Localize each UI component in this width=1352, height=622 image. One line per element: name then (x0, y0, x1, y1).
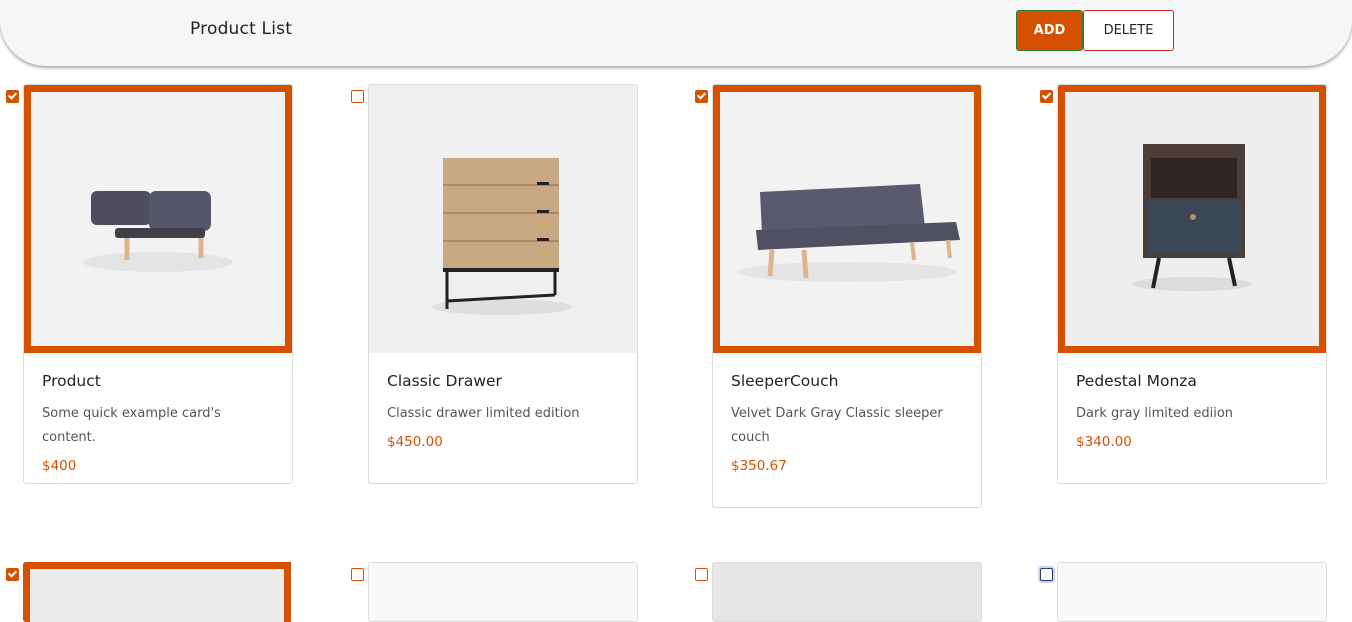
product-name: Product (42, 372, 101, 390)
product-image (1058, 563, 1326, 621)
product-card[interactable]: Pedestal Monza Dark gray limited ediion … (1057, 84, 1327, 484)
add-button[interactable]: ADD (1016, 10, 1083, 51)
folded-sofa-bed-image (31, 92, 285, 346)
product-name: Pedestal Monza (1076, 372, 1197, 390)
product-checkbox[interactable] (695, 568, 708, 581)
product-image (1058, 85, 1326, 353)
product-name: Classic Drawer (387, 372, 502, 390)
product-description: Classic drawer limited edition (387, 406, 580, 421)
product-image (369, 85, 637, 353)
product-checkbox[interactable] (351, 568, 364, 581)
product-card[interactable] (712, 562, 982, 622)
product-card[interactable] (368, 562, 638, 622)
product-description: Velvet Dark Gray Classic sleeper couch (731, 406, 943, 445)
product-checkbox[interactable] (1040, 568, 1053, 581)
product-name: SleeperCouch (731, 372, 839, 390)
product-card[interactable]: Product Some quick example card's conten… (23, 84, 293, 484)
product-price: $450.00 (387, 434, 443, 450)
product-checkbox[interactable] (351, 90, 364, 103)
product-card[interactable]: Classic Drawer Classic drawer limited ed… (368, 84, 638, 484)
product-image (713, 563, 981, 621)
product-price: $350.67 (731, 458, 787, 474)
product-checkbox[interactable] (6, 90, 19, 103)
gray-sleeper-couch-image (720, 92, 974, 346)
product-image (713, 85, 981, 353)
product-card[interactable] (1057, 562, 1327, 622)
product-image (23, 562, 291, 622)
wooden-chest-of-drawers-image (369, 85, 637, 353)
delete-button[interactable]: DELETE (1083, 10, 1174, 51)
bedside-pedestal-image (1065, 92, 1319, 346)
product-description: Dark gray limited ediion (1076, 406, 1234, 421)
product-checkbox[interactable] (695, 90, 708, 103)
page-title: Product List (190, 19, 293, 39)
product-image (24, 85, 292, 353)
product-description: Some quick example card's content. (42, 406, 221, 445)
product-image (369, 563, 637, 621)
product-price: $340.00 (1076, 434, 1132, 450)
product-card[interactable]: SleeperCouch Velvet Dark Gray Classic sl… (712, 84, 982, 508)
product-card[interactable] (23, 562, 293, 622)
product-price: $400 (42, 458, 77, 474)
product-checkbox[interactable] (1040, 90, 1053, 103)
product-checkbox[interactable] (6, 568, 19, 581)
app-header: Product List ADD DELETE (0, 0, 1352, 66)
